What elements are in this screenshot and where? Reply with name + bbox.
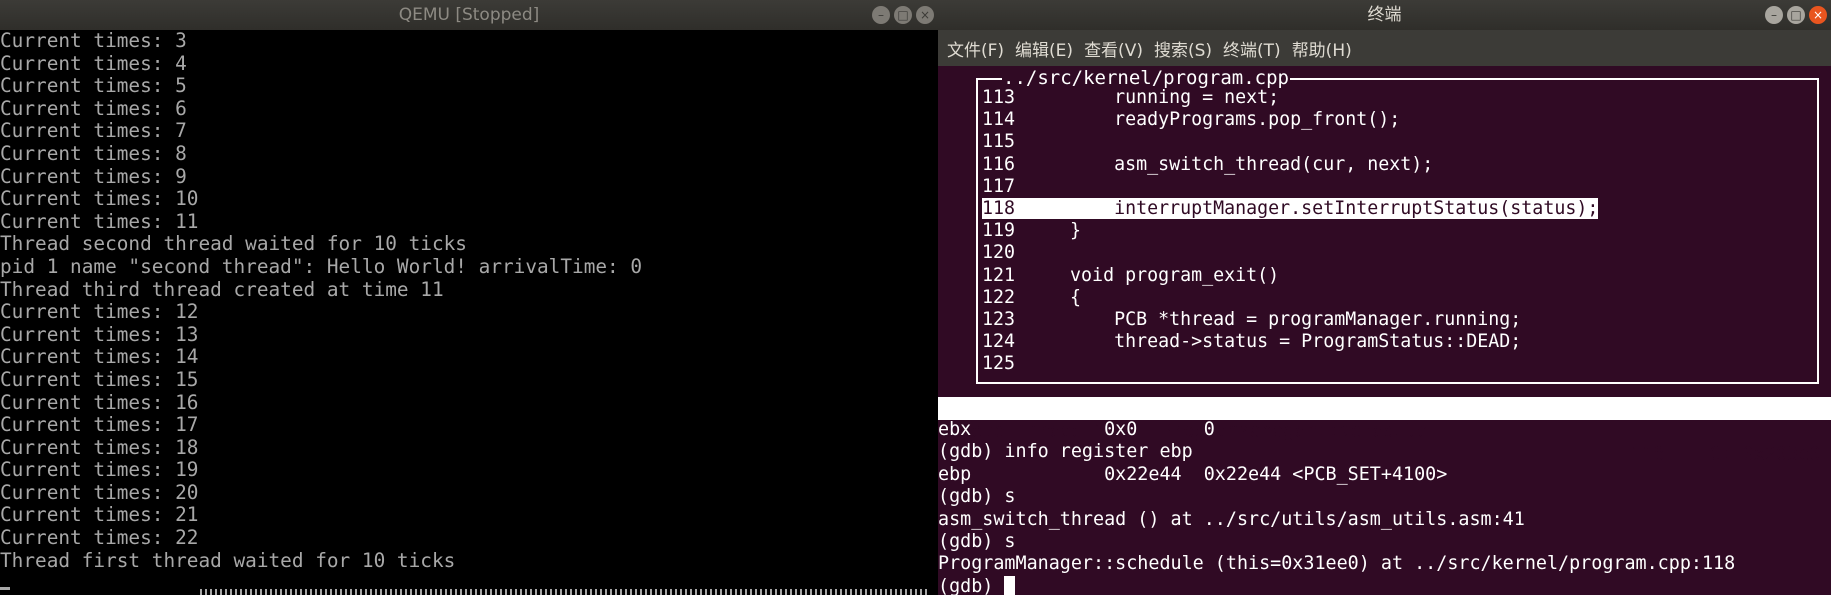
qemu-output-line: Current times: 7 [0, 119, 187, 143]
source-line-text: 117 [982, 175, 1027, 197]
terminal-window: 终端 – □ × 文件(F) 编辑(E) 查看(V) 搜索(S) 终端(T) 帮… [938, 0, 1831, 595]
source-lines: 113 running = next; 114 readyPrograms.pop… [938, 87, 1599, 375]
qemu-window: QEMU [Stopped] – □ × Current times: 3 Cur… [0, 0, 938, 595]
qemu-output-line: Current times: 12 [0, 300, 199, 324]
source-line-text: 116 asm_switch_thread(cur, next); [982, 153, 1434, 175]
gdb-output-line: (gdb) s [938, 530, 1016, 552]
source-line-text: 124 thread->status = ProgramStatus::DEAD… [982, 331, 1522, 353]
qemu-output-line: Current times: 15 [0, 367, 199, 391]
source-line: 115 [938, 131, 1598, 153]
qemu-output-line: Current times: 21 [0, 503, 199, 527]
qemu-output-line: Current times: 5 [0, 74, 187, 98]
gdb-prompt-line[interactable]: (gdb) [938, 575, 1735, 595]
source-line: 114 readyPrograms.pop_front(); [938, 109, 1598, 131]
qemu-output-line: Current times: 4 [0, 51, 187, 75]
qemu-titlebar[interactable]: QEMU [Stopped] – □ × [0, 0, 938, 30]
gdb-output-line: (gdb) s [938, 486, 1016, 508]
qemu-output-line: Current times: 20 [0, 480, 199, 504]
terminal-title: 终端 [1367, 5, 1402, 25]
qemu-output-line: Current times: 14 [0, 345, 199, 369]
source-line: 116 asm_switch_thread(cur, next); [938, 154, 1598, 176]
qemu-window-controls: – □ × [872, 6, 934, 24]
minimize-icon[interactable]: – [872, 6, 890, 24]
qemu-output-line: Current times: 19 [0, 458, 199, 482]
source-line-text: 113 running = next; [982, 87, 1280, 108]
qemu-output-line: Current times: 10 [0, 187, 199, 211]
menu-help[interactable]: 帮助(H) [1288, 36, 1359, 61]
gdb-prompt: (gdb) [938, 575, 1005, 595]
source-line-text: 122 { [982, 286, 1082, 308]
maximize-icon[interactable]: □ [894, 6, 912, 24]
menu-view[interactable]: 查看(V) [1080, 36, 1150, 61]
source-line: 125 [938, 353, 1598, 375]
qemu-output-line: Current times: 8 [0, 141, 187, 165]
qemu-output-line: Current times: 22 [0, 526, 199, 550]
source-line-text: 118 interruptManager.setInterruptStatus(… [982, 197, 1599, 219]
qemu-title: QEMU [Stopped] [398, 5, 540, 25]
source-line: 121 void program_exit() [938, 265, 1598, 287]
source-line: 113 running = next; [938, 87, 1598, 109]
terminal-window-controls: – □ × [1765, 6, 1827, 24]
source-line: 117 [938, 176, 1598, 198]
gdb-output-line: ebx 0x0 0 [938, 419, 1215, 440]
qemu-output-line: Current times: 17 [0, 413, 199, 437]
qemu-output: Current times: 3 Current times: 4 Current … [0, 29, 643, 572]
qemu-output-line: Current times: 9 [0, 164, 187, 188]
gdb-status-bar: remote Thread 1 In: ProgramManager::sche… [938, 397, 1831, 465]
source-line-text: 121 void program_exit() [982, 264, 1280, 286]
source-line-text: 125 [982, 353, 1027, 375]
qemu-output-line: Thread second thread waited for 10 ticks [0, 232, 467, 256]
gdb-output-line: asm_switch_thread () at ../src/utils/asm… [938, 508, 1525, 530]
qemu-output-line: Current times: 18 [0, 435, 199, 459]
qemu-output-line: Current times: 16 [0, 390, 199, 414]
source-line: >118 interruptManager.setInterruptStatus… [938, 197, 1599, 220]
qemu-output-line: Thread first thread waited for 10 ticks [0, 548, 456, 572]
menu-search[interactable]: 搜索(S) [1150, 36, 1219, 61]
source-line-text: 120 [982, 242, 1027, 264]
qemu-display[interactable]: Current times: 3 Current times: 4 Current … [0, 29, 938, 595]
source-line: 122 { [938, 287, 1598, 309]
qemu-output-line: Current times: 13 [0, 322, 199, 346]
source-line: 120 [938, 242, 1598, 264]
terminal-titlebar[interactable]: 终端 – □ × [938, 0, 1831, 30]
gdb-output-line: (gdb) info register ebp [938, 441, 1193, 463]
qemu-output-line: Current times: 6 [0, 96, 187, 120]
source-line: 123 PCB *thread = programManager.running… [938, 309, 1598, 331]
source-line: 119 } [938, 220, 1598, 242]
qemu-text-cursor [0, 587, 10, 590]
gdb-output-line: ProgramManager::schedule (this=0x31ee0) … [938, 553, 1736, 575]
source-line-text: 114 readyPrograms.pop_front(); [982, 109, 1401, 131]
qemu-output-line: pid 1 name "second thread": Hello World!… [0, 254, 643, 278]
source-line-text: 115 [982, 131, 1027, 153]
minimize-icon[interactable]: – [1765, 6, 1783, 24]
source-file-title: ../src/kernel/program.cpp [1002, 67, 1290, 89]
close-icon[interactable]: × [916, 6, 934, 24]
qemu-output-line: Current times: 11 [0, 209, 199, 233]
menu-file[interactable]: 文件(F) [943, 36, 1011, 61]
menu-terminal[interactable]: 终端(T) [1219, 36, 1288, 61]
gdb-console[interactable]: ebx 0x0 0 (gdb) info register ebp ebp 0x22… [938, 419, 1735, 595]
source-line: 124 thread->status = ProgramStatus::DEAD… [938, 331, 1598, 353]
terminal-menubar: 文件(F) 编辑(E) 查看(V) 搜索(S) 终端(T) 帮助(H) [938, 30, 1831, 66]
maximize-icon[interactable]: □ [1787, 6, 1805, 24]
qemu-output-line: Current times: 3 [0, 29, 187, 52]
source-line-text: 123 PCB *thread = programManager.running… [982, 308, 1522, 330]
close-icon[interactable]: × [1809, 6, 1827, 24]
source-line-text: 119 } [982, 220, 1082, 242]
gdb-output-line: ebp 0x22e44 0x22e44 <PCB_SET+4100> [938, 463, 1448, 485]
menu-edit[interactable]: 编辑(E) [1011, 36, 1080, 61]
gdb-cursor [1004, 575, 1016, 595]
qemu-bottom-artifact [200, 589, 930, 595]
gdb-source-window[interactable]: ../src/kernel/program.cpp 113 running = … [976, 67, 1819, 384]
qemu-output-line: Thread third thread created at time 11 [0, 277, 444, 301]
